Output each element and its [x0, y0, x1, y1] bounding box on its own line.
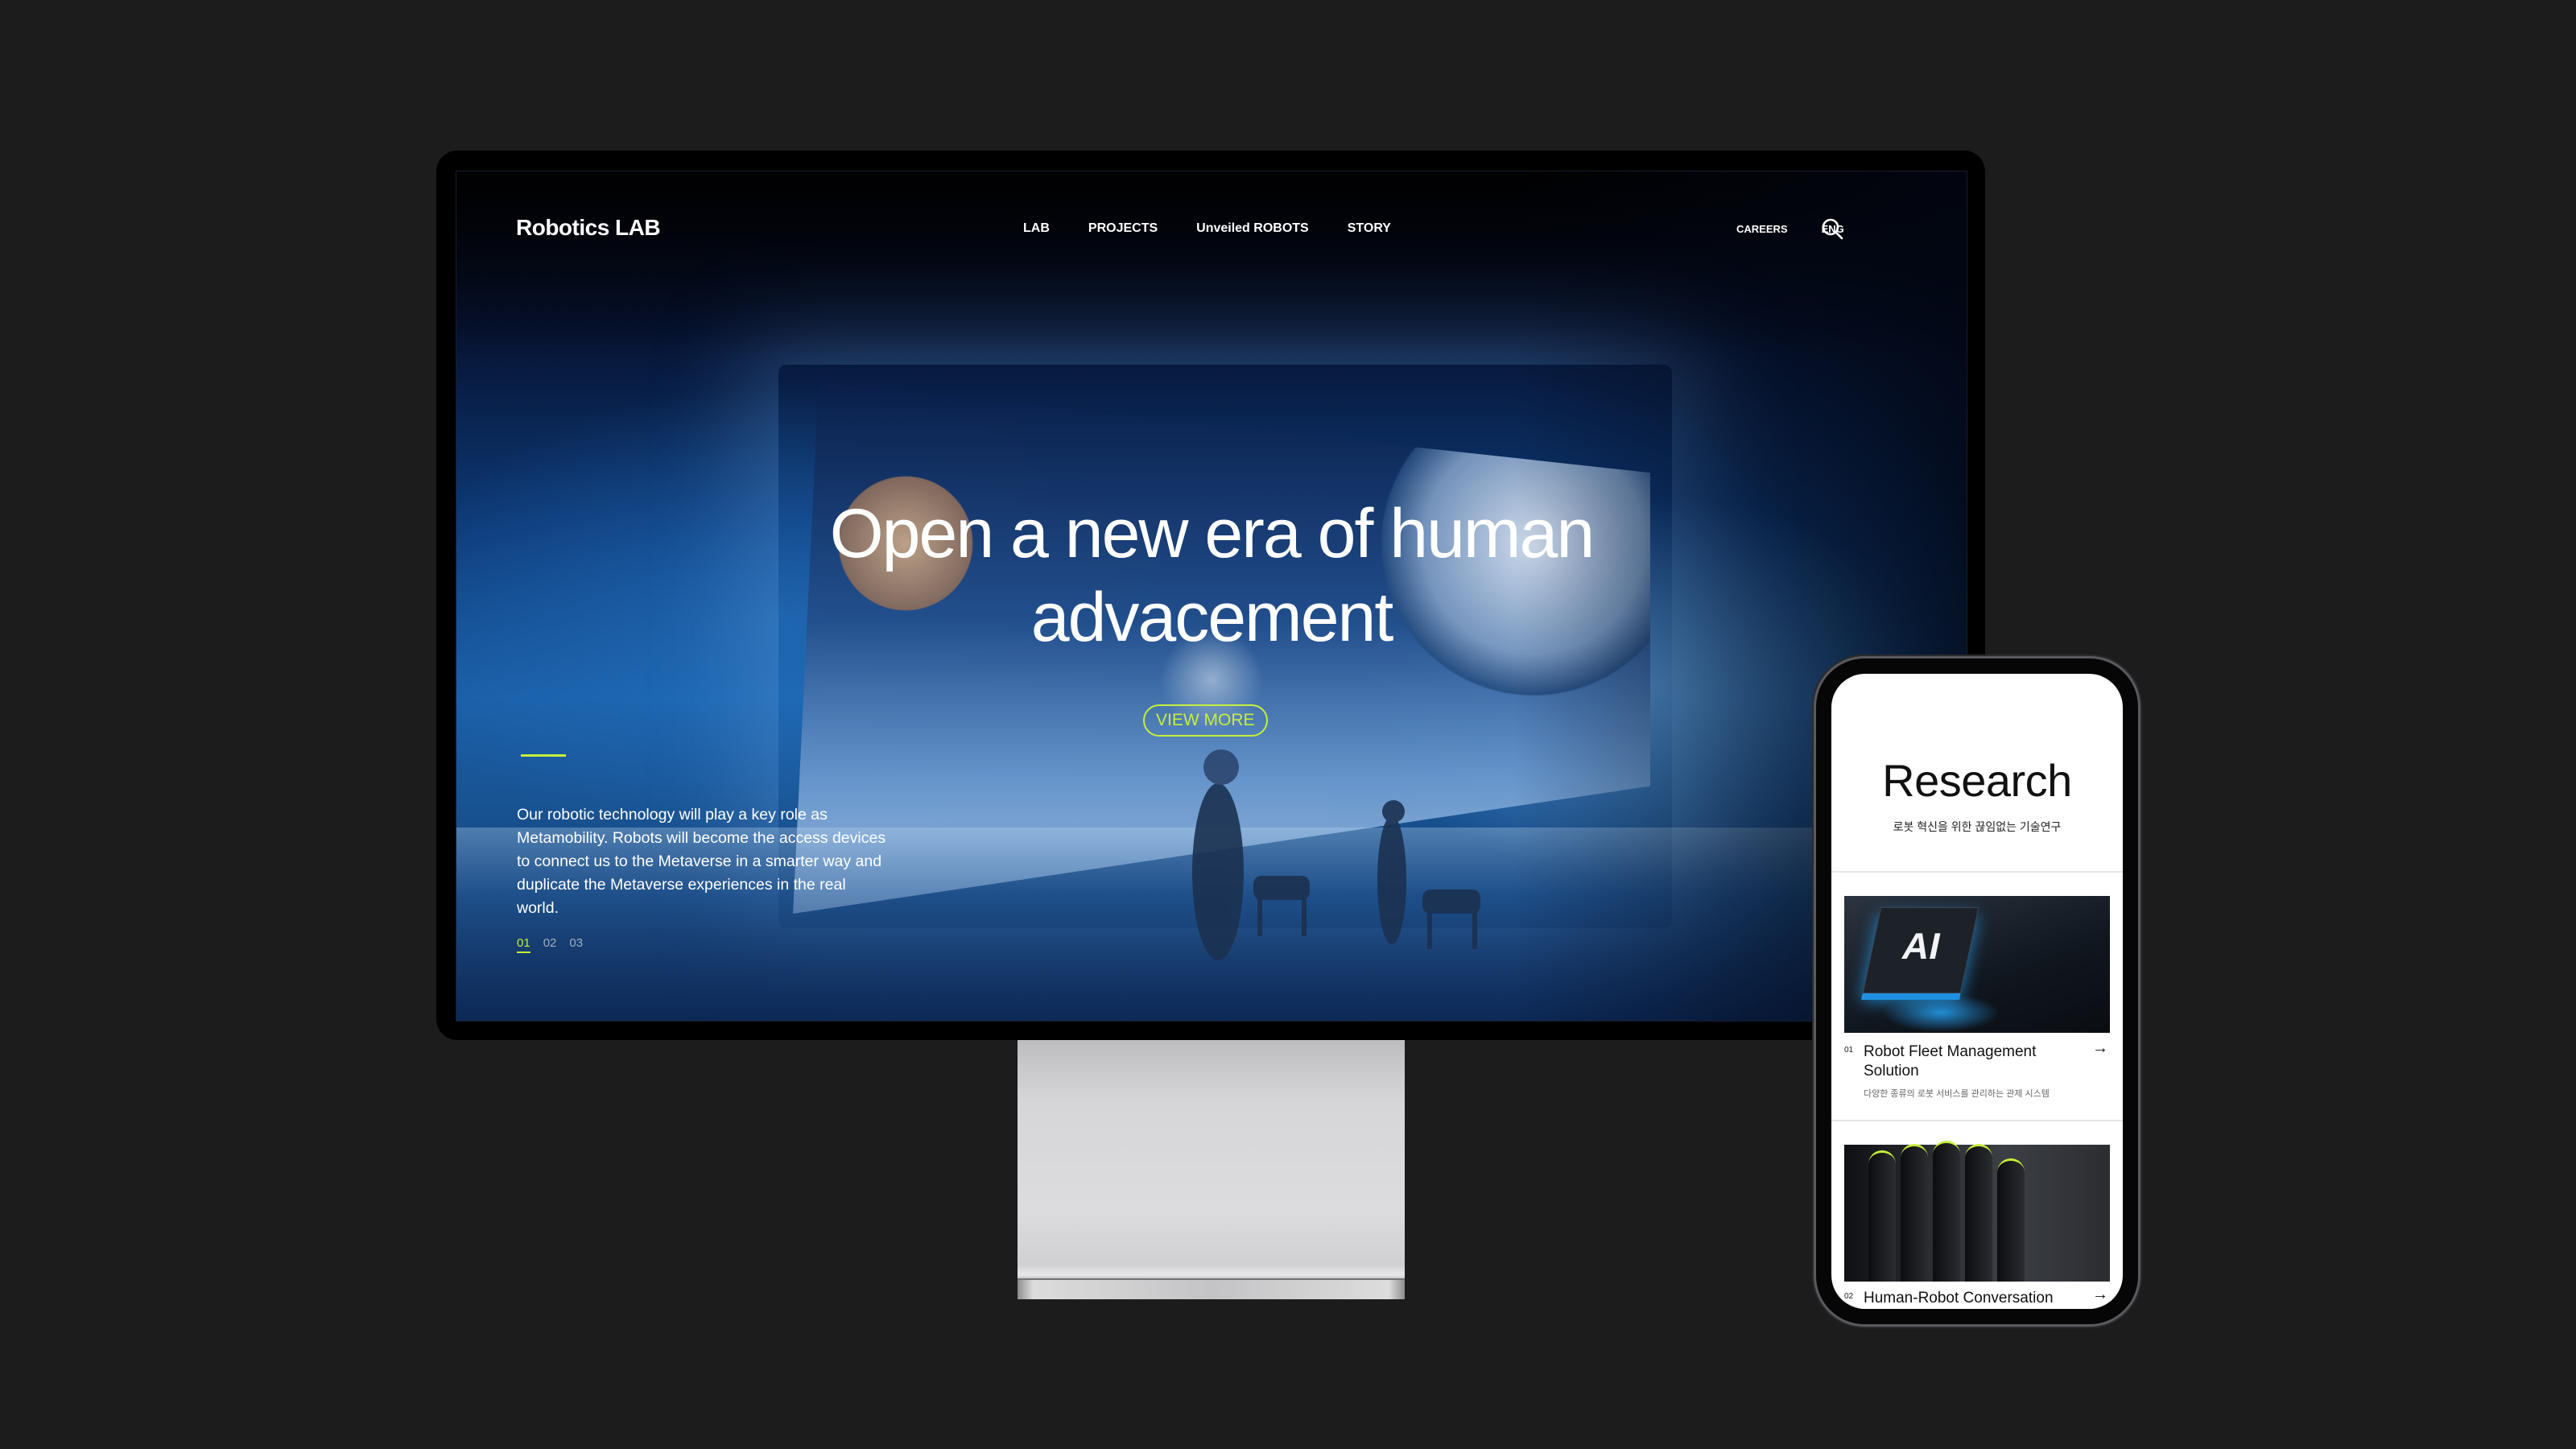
card-title[interactable]: Human-Robot Conversation System: [1864, 1289, 2065, 1309]
card-image-ai-chip[interactable]: AI: [1844, 896, 2110, 1033]
slide-pager: 01 02 03: [517, 936, 583, 953]
card-title[interactable]: Robot Fleet Management Solution: [1864, 1042, 2065, 1081]
monitor-stand-base: [1018, 1278, 1405, 1299]
search-icon[interactable]: [1821, 217, 1845, 242]
research-subtitle: 로봇 혁신을 위한 끊임없는 기술연구: [1893, 820, 2062, 833]
slide-prev-indicator[interactable]: [521, 754, 566, 757]
card-image-robot-hand[interactable]: [1844, 1141, 2110, 1282]
robot-finger: [1997, 1158, 2025, 1282]
pager-item-01[interactable]: 01: [517, 936, 530, 953]
monitor-stand: [1018, 1040, 1405, 1285]
main-nav: LAB PROJECTS Unveiled ROBOTS STORY: [1023, 221, 1391, 236]
robot-finger: [1901, 1144, 1928, 1282]
card-description: 다양한 종류의 로봇 서비스를 관리하는 관제 시스템: [1864, 1089, 2050, 1099]
site-header: Robotics LAB LAB PROJECTS Unveiled ROBOT…: [456, 171, 1967, 268]
section-divider: [1831, 871, 2123, 873]
desktop-monitor: Robotics LAB LAB PROJECTS Unveiled ROBOT…: [436, 151, 1985, 1040]
nav-item-careers[interactable]: CAREERS: [1736, 223, 1788, 235]
robot-finger: [1933, 1141, 1960, 1282]
view-more-button[interactable]: VIEW MORE: [1143, 704, 1268, 737]
robot-finger: [1965, 1144, 1992, 1282]
ai-chip-label: AI: [1898, 925, 1945, 967]
card-number: 02: [1844, 1292, 1854, 1301]
pager-item-03[interactable]: 03: [569, 936, 583, 953]
mobile-website-screen: Research 로봇 혁신을 위한 끊임없는 기술연구 AI 01 Robot…: [1831, 674, 2123, 1309]
arrow-right-icon[interactable]: →: [2092, 1286, 2108, 1304]
hero-headline-line-2: advacement: [1030, 579, 1394, 656]
hero-headline-line-1: Open a new era of human: [829, 495, 1595, 572]
mobile-phone: Research 로봇 혁신을 위한 끊임없는 기술연구 AI 01 Robot…: [1816, 658, 2138, 1324]
pager-item-02[interactable]: 02: [543, 936, 557, 953]
card-number: 01: [1844, 1046, 1854, 1055]
nav-item-story[interactable]: STORY: [1348, 221, 1391, 236]
desktop-website-screen: Robotics LAB LAB PROJECTS Unveiled ROBOT…: [456, 171, 1967, 1022]
nav-item-lab[interactable]: LAB: [1023, 221, 1050, 236]
research-title: Research: [1882, 755, 2072, 806]
nav-item-projects[interactable]: PROJECTS: [1088, 221, 1158, 236]
card-divider: [1831, 1120, 2123, 1121]
hero-headline: Open a new era of human advacement: [456, 492, 1967, 659]
nav-item-unveiled-robots[interactable]: Unveiled ROBOTS: [1196, 221, 1309, 236]
site-logo[interactable]: Robotics LAB: [516, 215, 661, 241]
ai-chip-graphic: AI: [1862, 907, 1979, 993]
robot-finger: [1868, 1150, 1896, 1282]
arrow-right-icon[interactable]: →: [2092, 1039, 2108, 1058]
hero-description: Our robotic technology will play a key r…: [517, 806, 886, 917]
